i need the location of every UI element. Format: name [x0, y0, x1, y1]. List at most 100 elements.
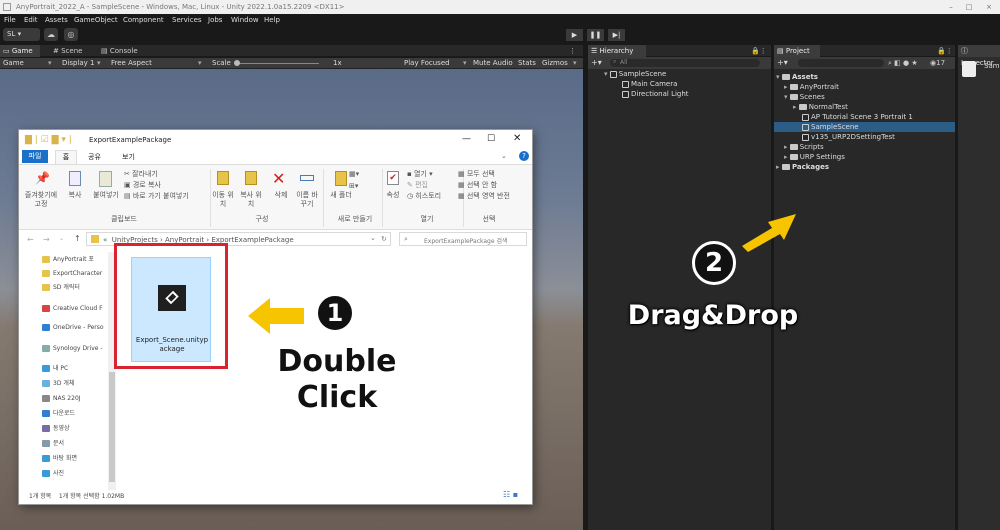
tab-project[interactable]: ▤ Project [774, 45, 820, 57]
invert-selection-button[interactable]: ▦ 선택 영역 반전 [458, 192, 510, 201]
history-button[interactable]: ◷ 히스토리 [407, 192, 441, 201]
maximize-icon[interactable]: □ [962, 0, 976, 14]
aspect-dropdown[interactable]: Free Aspect [111, 58, 152, 69]
add-icon[interactable]: +▾ [777, 57, 788, 69]
copy-button[interactable]: 복사 [63, 191, 87, 200]
menu-jobs[interactable]: Jobs [208, 14, 222, 26]
menu-gameobject[interactable]: GameObject [74, 14, 118, 26]
nav-item[interactable]: SD 캐릭터 [19, 282, 109, 293]
new-item-icon[interactable]: ▦▾ [349, 170, 359, 179]
easy-access-icon[interactable]: ⊞▾ [349, 182, 358, 191]
stats-toggle[interactable]: Stats [518, 58, 536, 69]
tab-hierarchy[interactable]: ☰ Hierarchy [588, 45, 646, 57]
help-icon[interactable]: ? [519, 151, 529, 161]
play-focused-dropdown[interactable]: Play Focused [404, 58, 450, 69]
chevron-down-icon[interactable]: ⌄ [59, 235, 64, 242]
minimize-icon[interactable]: — [462, 134, 471, 144]
nav-item[interactable]: 바탕 화면 [19, 453, 109, 464]
project-folder[interactable]: ▸ AnyPortrait [784, 82, 839, 92]
menu-file[interactable]: File [4, 14, 16, 26]
refresh-icon[interactable]: ↻ [381, 235, 387, 243]
move-to-button[interactable]: 이동 위치 [211, 191, 235, 209]
nav-item[interactable]: Creative Cloud F [19, 303, 109, 314]
minimize-icon[interactable]: – [944, 0, 958, 14]
hierarchy-scene-row[interactable]: ▾ SampleScene [604, 69, 666, 79]
panel-menu-icon[interactable]: ⋮ [566, 45, 582, 57]
nav-item[interactable]: ExportCharacter [19, 268, 109, 279]
select-all-button[interactable]: ▦ 모두 선택 [458, 170, 495, 179]
tab-inspector[interactable]: ⓘ Inspector [958, 45, 1000, 67]
account-button[interactable]: SL ▾ [3, 28, 40, 41]
project-asset[interactable]: v135_URP2DSettingTest [802, 132, 895, 142]
menu-help[interactable]: Help [264, 14, 280, 26]
nav-scrollbar-thumb[interactable] [109, 372, 115, 482]
hierarchy-item[interactable]: Main Camera [622, 79, 677, 89]
project-folder[interactable]: ▸ Scripts [784, 142, 824, 152]
rename-button[interactable]: 이름 바꾸기 [295, 191, 319, 209]
copy-to-button[interactable]: 복사 위치 [239, 191, 263, 209]
mute-audio-toggle[interactable]: Mute Audio [473, 58, 513, 69]
ribbon-tab-home[interactable]: 홈 [55, 150, 77, 164]
properties-button[interactable]: 속성 [381, 191, 405, 200]
nav-item[interactable]: 사진 [19, 468, 109, 479]
edit-button[interactable]: ✎ 편집 [407, 181, 428, 190]
scale-slider-track[interactable] [237, 63, 319, 64]
paste-button[interactable]: 붙여넣기 [89, 191, 123, 200]
project-folder-assets[interactable]: ▾ Assets [776, 72, 818, 82]
nav-item[interactable]: Synology Drive - [19, 343, 109, 354]
nav-item[interactable]: 문서 [19, 438, 109, 449]
hierarchy-item[interactable]: Directional Light [622, 89, 689, 99]
add-icon[interactable]: +▾ [591, 57, 602, 69]
step-button[interactable]: ▶| [608, 29, 625, 41]
nav-item[interactable]: 다운로드 [19, 408, 109, 419]
nav-item[interactable]: 내 PC [19, 363, 109, 374]
paste-shortcut-button[interactable]: ▤ 바로 가기 붙여넣기 [124, 192, 189, 201]
tab-game[interactable]: ▭ Game [0, 45, 40, 57]
game-mode-dropdown[interactable]: Game [3, 58, 24, 69]
panel-menu-icon[interactable]: 🔒⋮ [934, 45, 954, 57]
filter-icons[interactable]: ⌕ ◧ ● ★ [888, 57, 918, 69]
close-icon[interactable]: × [982, 0, 996, 14]
select-none-button[interactable]: ▦ 선택 안 함 [458, 181, 497, 190]
scale-slider-handle[interactable] [234, 60, 240, 66]
menu-services[interactable]: Services [172, 14, 202, 26]
project-folder[interactable]: ▾ Scenes [784, 92, 825, 102]
project-folder[interactable]: ▸ NormalTest [793, 102, 848, 112]
pin-button[interactable]: 즐겨찾기에 고정 [21, 191, 61, 209]
nav-item[interactable]: 동영상 [19, 423, 109, 434]
tab-scene[interactable]: # Scene [50, 45, 90, 57]
delete-button[interactable]: 삭제 [269, 191, 293, 200]
ribbon-tab-share[interactable]: 공유 [88, 151, 101, 164]
panel-menu-icon[interactable]: 🔒⋮ [748, 45, 770, 57]
menu-window[interactable]: Window [231, 14, 259, 26]
chevron-down-icon[interactable]: ⌄ [370, 234, 376, 242]
project-search-input[interactable] [798, 59, 884, 67]
forward-icon[interactable]: → [43, 235, 50, 244]
project-folder-packages[interactable]: ▸ Packages [776, 162, 829, 172]
close-icon[interactable]: ✕ [513, 133, 521, 144]
copy-path-button[interactable]: ▣ 경로 복사 [124, 181, 161, 190]
display-dropdown[interactable]: Display 1 [62, 58, 94, 69]
nav-item[interactable]: AnyPortrait 포 [19, 254, 109, 265]
chevron-down-icon[interactable]: ⌄ [501, 152, 507, 160]
open-button[interactable]: ▪ 열기 ▾ [407, 170, 433, 179]
maximize-icon[interactable]: ☐ [487, 134, 495, 144]
up-icon[interactable]: ↑ [74, 234, 81, 243]
menu-assets[interactable]: Assets [45, 14, 68, 26]
menu-edit[interactable]: Edit [24, 14, 38, 26]
pause-button[interactable]: ❚❚ [587, 29, 604, 41]
ribbon-tab-view[interactable]: 보기 [122, 151, 135, 164]
nav-item[interactable]: 3D 개체 [19, 378, 109, 389]
gizmos-toggle[interactable]: Gizmos [542, 58, 568, 69]
view-toggle-icons[interactable]: ☷ ▪ [503, 490, 518, 499]
nav-item[interactable]: OneDrive - Perso [19, 322, 109, 333]
explorer-search-input[interactable]: ⌕ ExportExamplePackage 검색 [399, 232, 527, 246]
play-button[interactable]: ▶ [566, 29, 583, 41]
menu-component[interactable]: Component [123, 14, 164, 26]
ribbon-tab-file[interactable]: 파일 [22, 150, 48, 163]
tab-console[interactable]: ▤ Console [98, 45, 148, 57]
project-folder[interactable]: ▸ URP Settings [784, 152, 845, 162]
back-icon[interactable]: ← [27, 235, 34, 244]
new-folder-button[interactable]: 새 폴더 [329, 191, 353, 200]
collab-icon[interactable]: ◎ [64, 28, 78, 41]
